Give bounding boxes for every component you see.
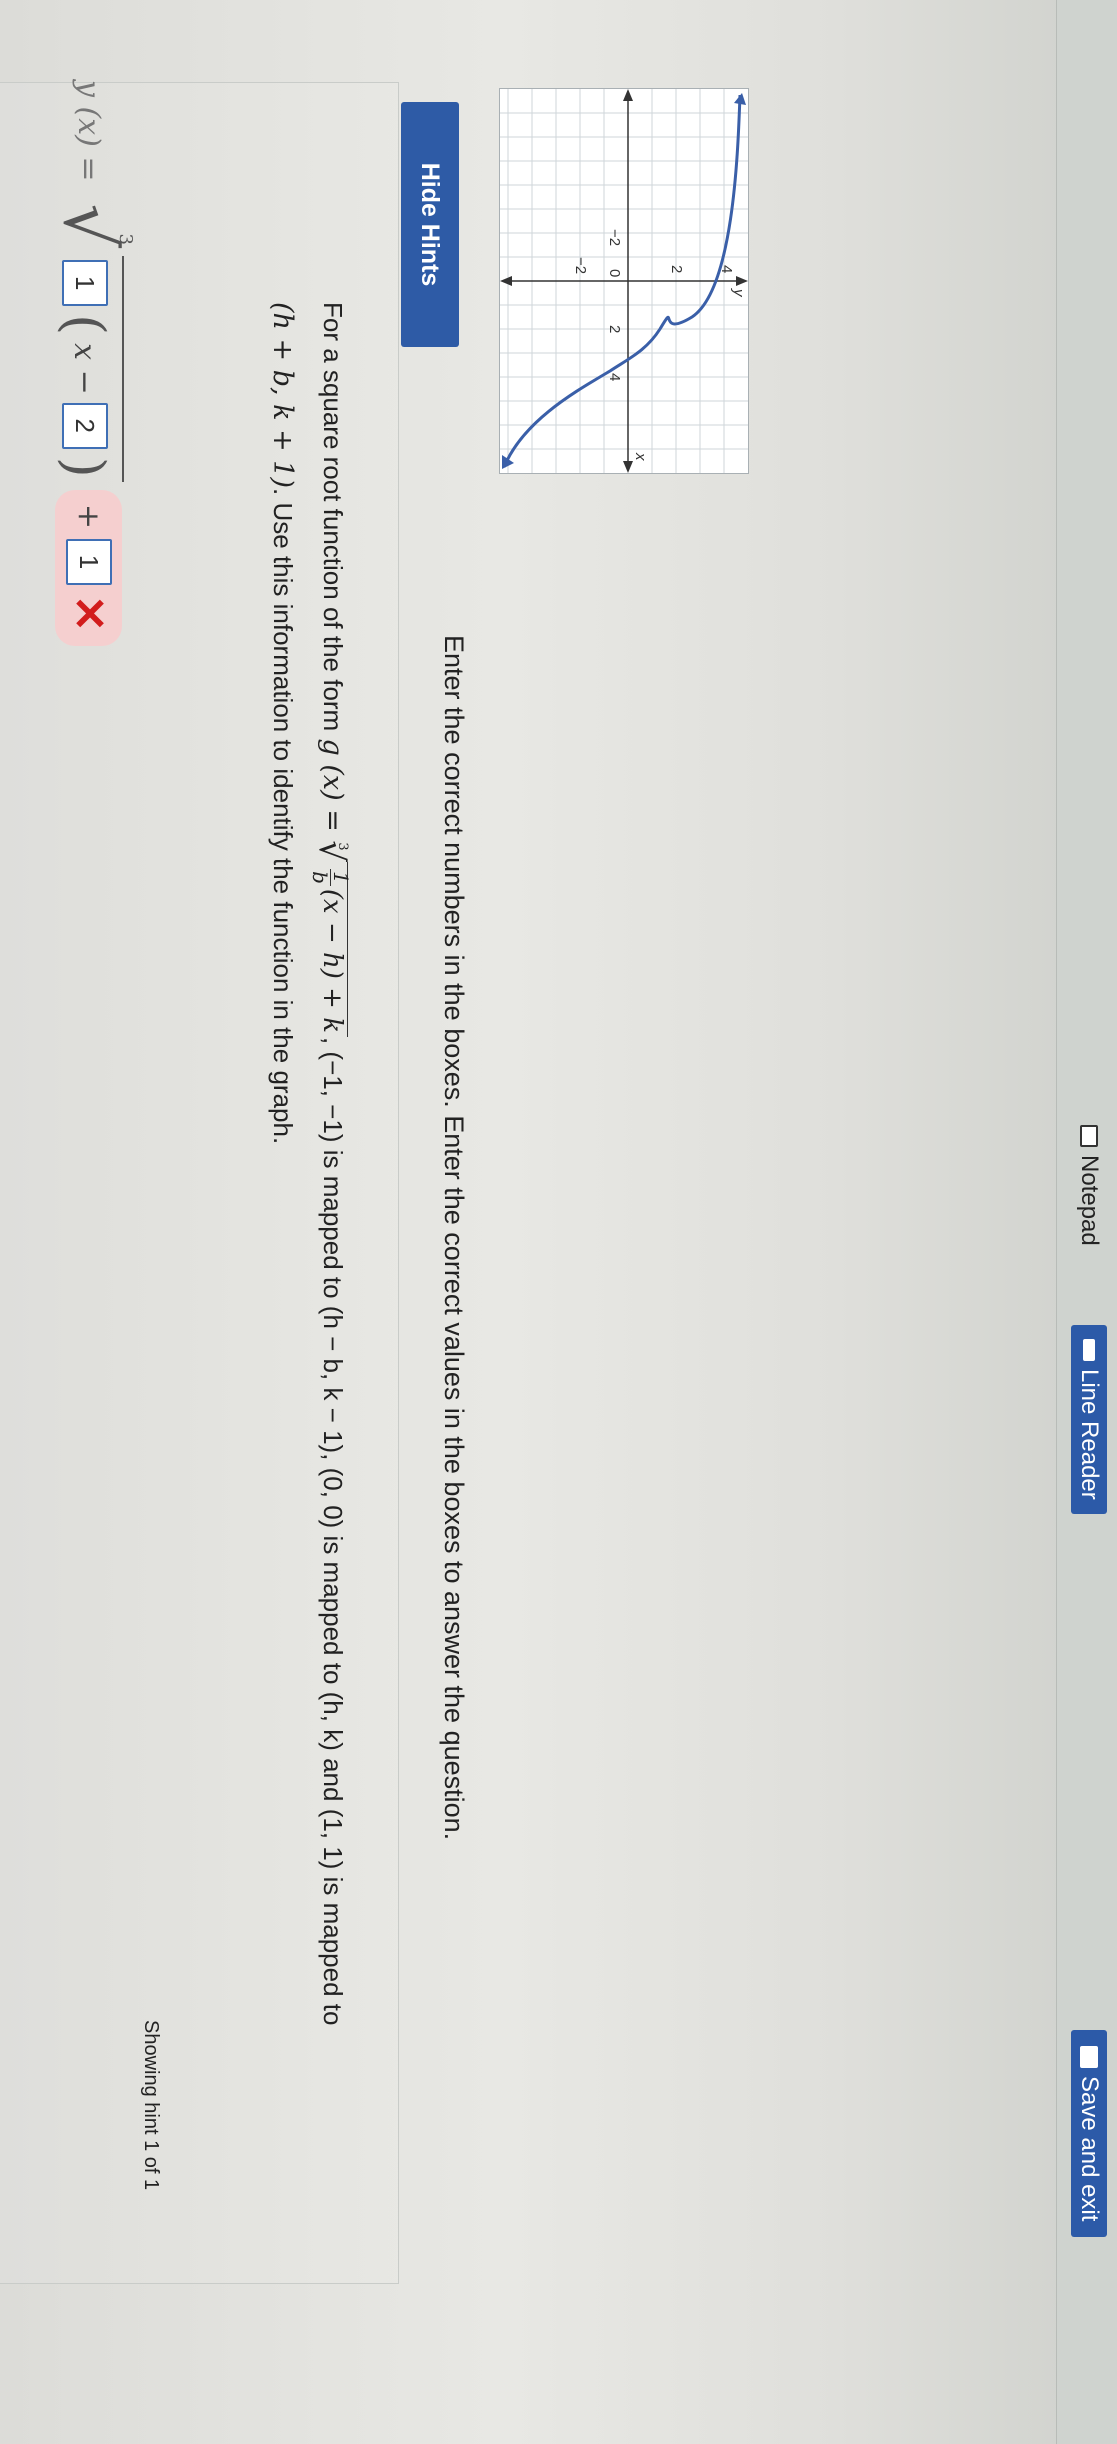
notepad-label: Notepad (1076, 1155, 1103, 1246)
save-and-exit-label: Save and exit (1076, 2076, 1103, 2222)
hint-math: (h + b, k + 1) (267, 302, 298, 489)
answer-feedback-region: + 1 ✕ (55, 489, 123, 646)
right-paren: ) (53, 456, 117, 478)
left-paren: ( (53, 314, 117, 336)
save-and-exit-button[interactable]: Save and exit (1071, 2030, 1107, 2238)
answer-input-h[interactable]: 2 (62, 402, 108, 449)
page: Notepad Line Reader Save and exit −2 0 2… (0, 0, 1117, 2444)
answer-lhs: y (x) = (71, 80, 107, 182)
answer-input-coefficient[interactable]: 1 (62, 260, 108, 307)
line-reader-label: Line Reader (1076, 1369, 1103, 1500)
answer-radical-body: 1 ( x − 2 ) (53, 256, 125, 482)
graph-svg: −2 0 2 4 4 2 −2 x y (500, 89, 748, 473)
answer-input-k[interactable]: 1 (66, 538, 112, 585)
hint-radicand: (x − h) + k (317, 888, 347, 1033)
hint-text-part: . Use this information to identify the f… (268, 488, 298, 1145)
x-tick-label: 4 (606, 373, 623, 381)
hint-text-part: , (−1, −1) is mapped to (h − b, k − 1), … (318, 1036, 348, 2026)
hint-text: For a square root function of the form g… (258, 302, 357, 2025)
answer-equation: y (x) = 3 √ 1 ( x − 2 ) + 1 ✕ (29, 80, 149, 646)
notepad-button[interactable]: Notepad (1071, 1125, 1107, 1246)
y-tick-label: 2 (668, 265, 685, 273)
line-reader-icon (1083, 1339, 1095, 1361)
notepad-icon (1080, 1125, 1098, 1147)
y-tick-label: −2 (572, 257, 589, 274)
incorrect-x-icon: ✕ (64, 594, 114, 632)
x-tick-label: −2 (606, 229, 623, 246)
hint-fraction: 1b (308, 869, 354, 886)
hint-fraction-numerator: 1 (330, 869, 354, 886)
hint-radical-index: 3 (335, 842, 350, 851)
answer-x-minus: x − (67, 343, 103, 395)
instruction-text: Enter the correct numbers in the boxes. … (439, 635, 469, 1841)
x-tick-label: 0 (606, 269, 623, 277)
hint-fraction-denominator: b (308, 871, 333, 884)
x-axis-label: x (632, 452, 649, 461)
hint-function-lhs: g (x) = (317, 738, 348, 841)
toolbar: Notepad Line Reader Save and exit (1056, 0, 1117, 2444)
hide-hints-button[interactable]: Hide Hints (401, 102, 459, 347)
x-tick-label: 2 (606, 325, 623, 333)
hint-radical-body: 1 b (x − h) + k (309, 862, 354, 1037)
hint-line-2: (h + b, k + 1). Use this information to … (258, 302, 307, 2002)
line-reader-button[interactable]: Line Reader (1071, 1325, 1107, 1514)
hint-text-part: For a square root function of the form (318, 302, 348, 739)
curve-arrow-left (734, 93, 746, 105)
hint-radical: 3 √ 1 b (x − h) + k (307, 840, 356, 1037)
answer-plus: + (71, 503, 107, 529)
answer-radical-index: 3 (115, 233, 136, 245)
hint-counter: Showing hint 1 of 1 (140, 2020, 162, 2191)
hint-line-1: For a square root function of the form g… (307, 302, 357, 2025)
y-axis-label: y (730, 288, 747, 298)
function-graph: −2 0 2 4 4 2 −2 x y (499, 88, 749, 474)
save-icon (1080, 2046, 1098, 2068)
cube-root-icon: 3 √ (48, 203, 136, 249)
